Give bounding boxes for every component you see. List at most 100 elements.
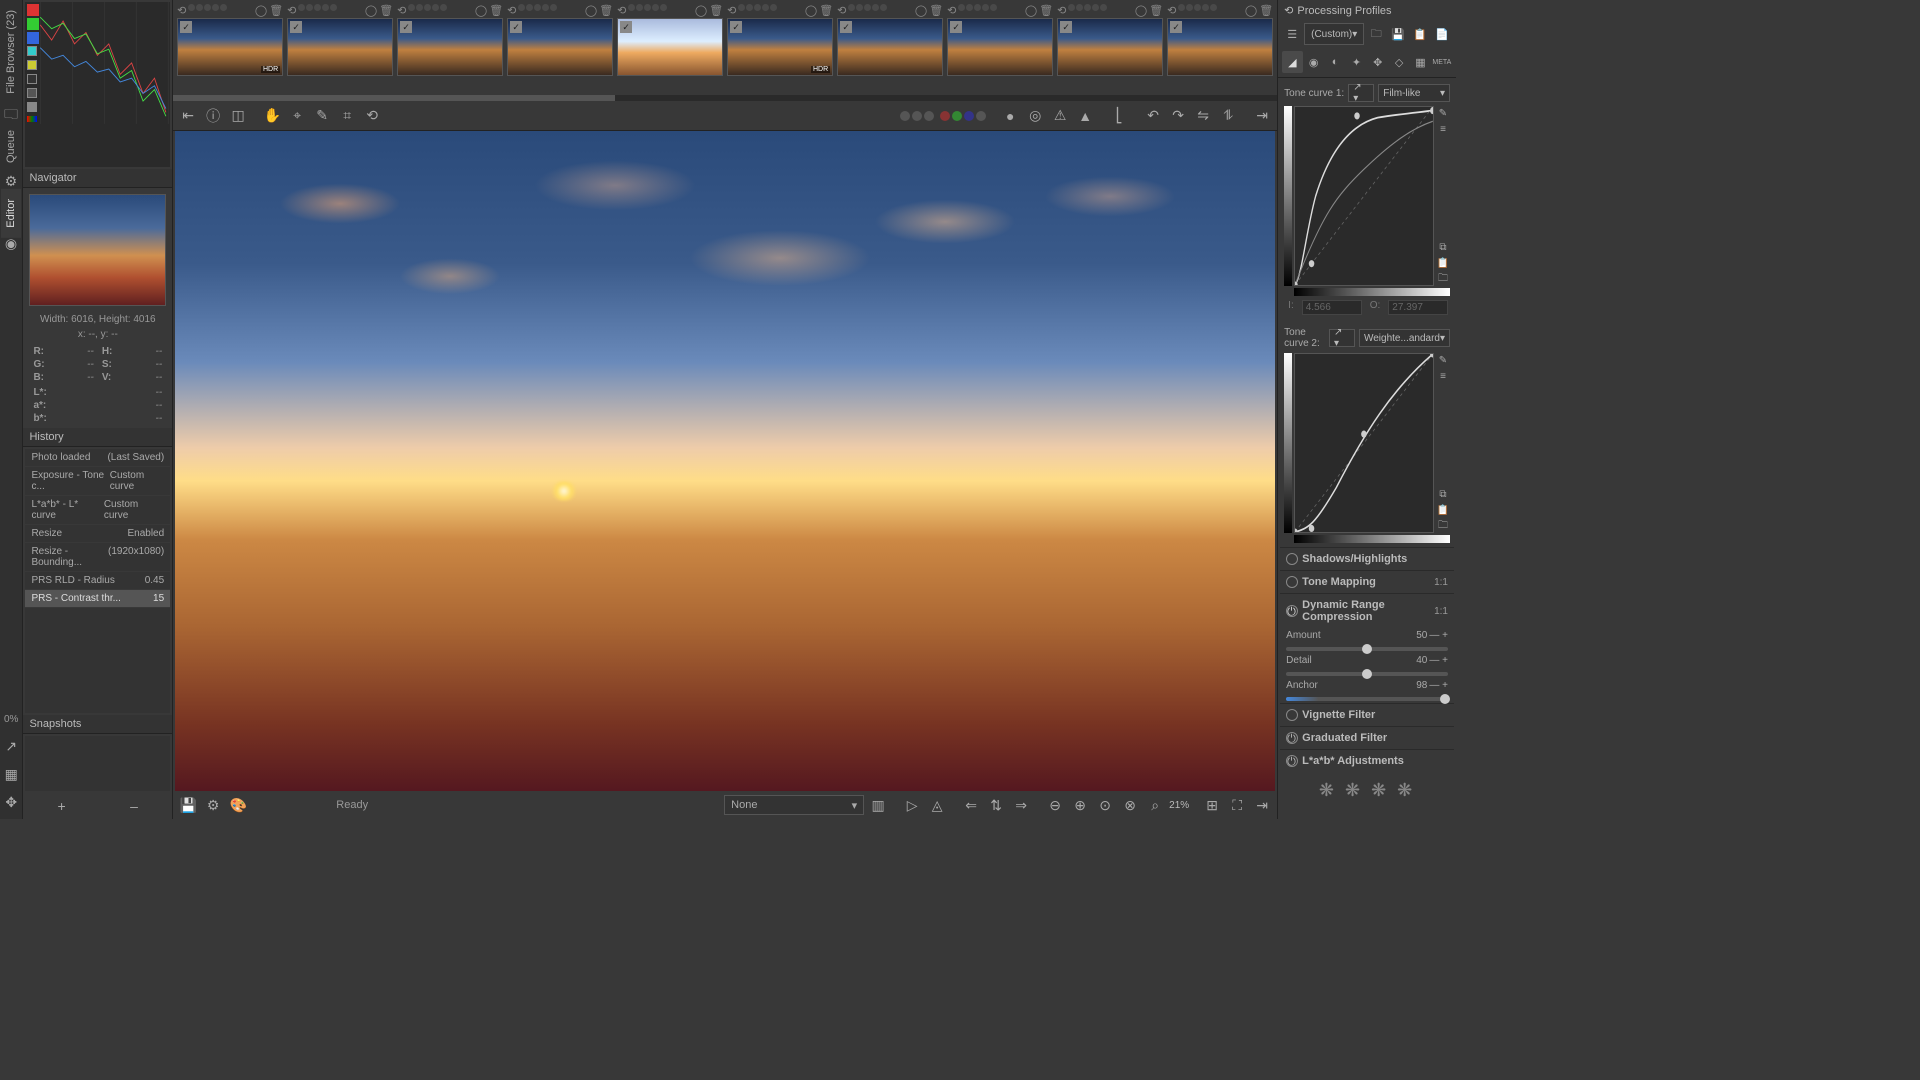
tab-queue[interactable]: Queue [1,120,21,173]
panel-toggle-right-icon[interactable]: ⇥ [1251,105,1273,127]
curve2-mode-select[interactable]: Weighte...andard▾ [1359,329,1450,347]
straighten-tool-icon[interactable]: ⟲ [361,105,383,127]
profile-load-icon[interactable]: 🗀 [1366,24,1386,44]
history-row[interactable]: Exposure - Tone c...Custom curve [25,467,170,496]
navigator-thumbnail[interactable] [29,194,166,306]
rotate-ccw-icon[interactable]: ↶ [1142,105,1164,127]
curve2-copy-icon[interactable]: ⧉ [1436,487,1450,501]
sharpening-preview-icon[interactable]: ▲ [1074,105,1096,127]
flip-v-icon[interactable]: ⥮ [1217,105,1239,127]
crop-tool-icon[interactable]: ⌗ [336,105,358,127]
image-viewport[interactable] [175,131,1275,791]
curve2-paste-icon[interactable]: 📋 [1436,503,1450,517]
fullscreen-icon[interactable]: ⛶ [1226,794,1248,816]
tab-file-browser[interactable]: File Browser (23) [1,0,21,104]
tab-raw-icon[interactable]: ▦ [1410,51,1430,73]
curve2-picker-icon[interactable]: ✎ [1436,353,1450,367]
softproof-icon[interactable]: ◬ [926,794,948,816]
detail-window-icon[interactable]: ⊞ [1201,794,1223,816]
drc-detail-slider[interactable] [1286,672,1448,676]
zoom-crop-icon[interactable]: ⌕ [1144,794,1166,816]
histogram[interactable] [25,2,170,167]
curve2-type-icon[interactable]: ↗ ▾ [1329,329,1355,347]
warning-icon[interactable]: ⚠ [1049,105,1071,127]
curve2-load-icon[interactable]: 🗀 [1436,519,1450,533]
before-after-icon[interactable]: ◫ [227,105,249,127]
save-icon[interactable]: 💾 [177,794,199,816]
section-shadows-highlights[interactable]: Shadows/Highlights [1280,547,1454,570]
zoom-out-icon[interactable]: ⊖ [1044,794,1066,816]
curve1-canvas[interactable] [1294,106,1434,286]
tab-meta-icon[interactable]: META [1432,51,1452,73]
tab-editor[interactable]: Editor [1,189,21,238]
zoom-in-icon[interactable]: ⊕ [1069,794,1091,816]
info-icon[interactable]: ⓘ [202,105,224,127]
rotate-cw-icon[interactable]: ↷ [1167,105,1189,127]
drc-anchor-slider[interactable] [1286,697,1448,701]
nav-next-icon[interactable]: ⇒ [1010,794,1032,816]
hand-tool-icon[interactable]: ✋ [261,105,283,127]
gamut-icon[interactable]: ▷ [901,794,923,816]
curve1-paste-icon[interactable]: 📋 [1436,256,1450,270]
tab-color-icon[interactable]: ◐ [1325,51,1345,73]
curve1-load-icon[interactable]: 🗀 [1436,272,1450,286]
color-labels[interactable] [899,105,987,127]
nav-prev-icon[interactable]: ⇐ [960,794,982,816]
section-drc[interactable]: ⏻Dynamic Range Compression1:1 [1280,593,1454,628]
curve-output-field[interactable] [1388,300,1448,315]
curve1-copy-icon[interactable]: ⧉ [1436,240,1450,254]
monitor-profile-icon[interactable]: ▥ [867,794,889,816]
filmstrip-item[interactable]: ⟲◯🗑✓HDR [177,4,283,91]
curve1-edit-icon[interactable]: ≡ [1436,122,1450,136]
flip-h-icon[interactable]: ⇋ [1192,105,1214,127]
profile-paste-icon[interactable]: 📄 [1432,24,1452,44]
panel-collapse-icon[interactable]: ⇥ [1251,794,1273,816]
filmstrip-item[interactable]: ⟲◯🗑✓ [617,4,723,91]
filmstrip-item[interactable]: ⟲◯🗑✓ [947,4,1053,91]
clip-shadow-icon[interactable]: ● [999,105,1021,127]
zoom-fit-icon[interactable]: ⊙ [1094,794,1116,816]
history-row[interactable]: PRS - Contrast thr...15 [25,590,170,608]
tool-arrow-icon[interactable]: ↗ [0,735,22,757]
filmstrip-item[interactable]: ⟲◯🗑✓ [397,4,503,91]
curve1-type-icon[interactable]: ↗ ▾ [1348,84,1374,102]
drc-amount-slider[interactable] [1286,647,1448,651]
queue-add-icon[interactable]: ⚙ [202,794,224,816]
section-tone-mapping[interactable]: Tone Mapping1:1 [1280,570,1454,593]
profile-select[interactable]: (Custom)▾ [1304,23,1364,45]
history-row[interactable]: ResizeEnabled [25,525,170,543]
history-row[interactable]: L*a*b* - L* curveCustom curve [25,496,170,525]
filmstrip-item[interactable]: ⟲◯🗑✓HDR [727,4,833,91]
profile-save-icon[interactable]: 💾 [1388,24,1408,44]
filmstrip-item[interactable]: ⟲◯🗑✓ [507,4,613,91]
tool-move-icon[interactable]: ✥ [0,791,22,813]
background-select[interactable]: None▾ [724,795,864,815]
profile-mode-icon[interactable]: ☰ [1282,24,1302,44]
zoom-100-icon[interactable]: ⊗ [1119,794,1141,816]
filmstrip-item[interactable]: ⟲◯🗑✓ [287,4,393,91]
external-editor-icon[interactable]: 🎨 [227,794,249,816]
snapshot-remove-button[interactable]: – [123,795,145,817]
history-row[interactable]: PRS RLD - Radius0.45 [25,572,170,590]
section-vignette[interactable]: Vignette Filter [1280,703,1454,726]
nav-sync-icon[interactable]: ⇅ [985,794,1007,816]
tab-exposure-icon[interactable]: ◢ [1282,51,1302,73]
panel-toggle-left-icon[interactable]: ⇤ [177,105,199,127]
clip-highlight-icon[interactable]: ◎ [1024,105,1046,127]
curve1-picker-icon[interactable]: ✎ [1436,106,1450,120]
tab-advanced-icon[interactable]: ✦ [1346,51,1366,73]
filmstrip-item[interactable]: ⟲◯🗑✓ [1057,4,1163,91]
section-lab[interactable]: ⏻L*a*b* Adjustments [1280,749,1454,772]
snapshot-add-button[interactable]: + [51,795,73,817]
curve1-mode-select[interactable]: Film-like▾ [1378,84,1450,102]
filmstrip-item[interactable]: ⟲◯🗑✓ [837,4,943,91]
tool-grid-icon[interactable]: ▦ [0,763,22,785]
section-graduated[interactable]: ⏻Graduated Filter [1280,726,1454,749]
tab-transform-icon[interactable]: ◇ [1389,51,1409,73]
rotate-icon[interactable]: ⎣ [1108,105,1130,127]
filmstrip-item[interactable]: ⟲◯🗑✓ [1167,4,1273,91]
picker-tool-icon[interactable]: ⌖ [286,105,308,127]
curve-input-field[interactable] [1302,300,1362,315]
curve2-edit-icon[interactable]: ≡ [1436,369,1450,383]
curve2-canvas[interactable] [1294,353,1434,533]
